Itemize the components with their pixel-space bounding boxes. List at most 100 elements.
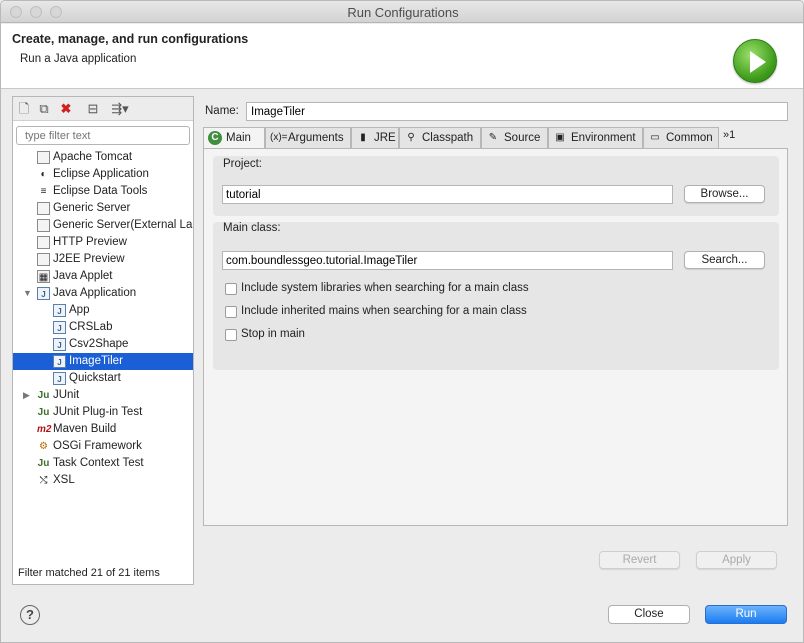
tab-common[interactable]: ▭ Common	[643, 127, 719, 149]
stop-in-main-checkbox[interactable]	[225, 329, 237, 341]
tabs-overflow-indicator[interactable]: »1	[723, 129, 735, 141]
server-icon	[37, 202, 50, 215]
tree-item[interactable]: ⤭ XSL	[13, 472, 193, 489]
tree-item[interactable]: ≡ Eclipse Data Tools	[13, 183, 193, 200]
main-class-field[interactable]	[222, 251, 673, 270]
tab-source[interactable]: ✎ Source	[481, 127, 548, 149]
arguments-tab-icon: (x)=	[270, 132, 288, 143]
tree-item-label: J2EE Preview	[53, 253, 125, 265]
name-label: Name:	[205, 105, 239, 117]
tree-item-label: XSL	[53, 474, 75, 486]
tree-item-label: Apache Tomcat	[53, 151, 133, 163]
stop-in-main-label: Stop in main	[241, 328, 305, 340]
expand-down-icon[interactable]: ▼	[23, 285, 32, 302]
run-button[interactable]: Run	[705, 605, 787, 624]
tree-item[interactable]: Generic Server(External La	[13, 217, 193, 234]
configuration-editor: Name: C Main (x)=Arguments ▮ JRE ⚲ Classpath ✎ S…	[197, 96, 794, 585]
tree-item-label: Eclipse Data Tools	[53, 185, 148, 197]
tree-item-label: Task Context Test	[53, 457, 144, 469]
filter-input[interactable]	[16, 126, 190, 145]
tree-item-label: Java Applet	[53, 270, 113, 282]
configuration-tree: Apache Tomcat ◐ Eclipse Application ≡ Eclips…	[13, 149, 193, 489]
tab-jre[interactable]: ▮ JRE	[351, 127, 399, 149]
tree-item[interactable]: Ju Task Context Test	[13, 455, 193, 472]
tree-item[interactable]: J Csv2Shape	[13, 336, 193, 353]
include-system-libraries-label: Include system libraries when searching …	[241, 282, 529, 294]
server-icon	[37, 236, 50, 249]
dialog-subtitle: Run a Java application	[20, 53, 137, 65]
expand-right-icon[interactable]: ▶	[23, 387, 30, 404]
java-class-icon: J	[37, 287, 50, 300]
tree-item[interactable]: J Quickstart	[13, 370, 193, 387]
include-inherited-mains-label: Include inherited mains when searching f…	[241, 305, 527, 317]
tree-item[interactable]: Apache Tomcat	[13, 149, 193, 166]
tree-item[interactable]: ◐ Eclipse Application	[13, 166, 193, 183]
apply-button[interactable]: Apply	[696, 551, 777, 569]
collapse-all-icon[interactable]: ⊟	[85, 101, 101, 117]
tree-item[interactable]: m2 Maven Build	[13, 421, 193, 438]
project-label: Project:	[223, 158, 262, 170]
applet-icon: ▦	[37, 270, 50, 283]
delete-configuration-icon[interactable]: ✖	[58, 101, 74, 117]
include-inherited-mains-checkbox[interactable]	[225, 306, 237, 318]
tab-label: Classpath	[422, 132, 474, 144]
dialog-title: Create, manage, and run configurations	[12, 32, 249, 46]
help-icon[interactable]: ?	[20, 605, 40, 625]
java-class-icon: J	[53, 321, 66, 334]
tab-label: Source	[504, 132, 541, 144]
tree-item-label: Generic Server	[53, 202, 131, 214]
tree-item[interactable]: J2EE Preview	[13, 251, 193, 268]
server-icon	[37, 253, 50, 266]
java-class-icon: J	[53, 338, 66, 351]
tab-main[interactable]: C Main	[203, 127, 265, 150]
tree-item[interactable]: ⚙ OSGi Framework	[13, 438, 193, 455]
database-icon: ≡	[40, 186, 47, 197]
run-configurations-window: Run Configurations Create, manage, and r…	[0, 0, 804, 643]
tree-item[interactable]: ▼ J Java Application	[13, 285, 193, 302]
environment-tab-icon: ▣	[555, 132, 565, 143]
tree-item[interactable]: ▦ Java Applet	[13, 268, 193, 285]
tree-item[interactable]: HTTP Preview	[13, 234, 193, 251]
common-tab-icon: ▭	[650, 132, 660, 143]
name-field[interactable]	[246, 102, 788, 121]
tree-item[interactable]: Ju JUnit Plug-in Test	[13, 404, 193, 421]
tab-label: JRE	[374, 132, 396, 144]
tree-item-label: CRSLab	[69, 321, 113, 333]
filter-menu-icon[interactable]: ⇶▾	[107, 101, 133, 117]
tab-arguments[interactable]: (x)= Arguments	[265, 127, 351, 149]
tree-item[interactable]: J App	[13, 302, 193, 319]
tree-item-label: JUnit	[53, 389, 80, 401]
dialog-header: Create, manage, and run configurations R…	[1, 24, 803, 89]
duplicate-configuration-icon[interactable]: ⧉	[36, 101, 52, 117]
tab-label: Arguments	[288, 132, 344, 144]
tree-item[interactable]: J ImageTiler	[13, 353, 193, 370]
source-tab-icon: ✎	[488, 132, 498, 143]
maven-icon: m2	[37, 424, 52, 435]
close-button[interactable]: Close	[608, 605, 690, 624]
main-tab-content: Project: Browse... Main class: Search...…	[203, 148, 788, 526]
tree-item[interactable]: J CRSLab	[13, 319, 193, 336]
tab-label: Common	[666, 132, 713, 144]
main-tab-icon: C	[208, 131, 222, 145]
tab-classpath[interactable]: ⚲ Classpath	[399, 127, 481, 149]
tree-item[interactable]: ▶ Ju JUnit	[13, 387, 193, 404]
tree-item[interactable]: Generic Server	[13, 200, 193, 217]
jre-tab-icon: ▮	[360, 132, 366, 143]
editor-tabs: C Main (x)= Arguments ▮ JRE ⚲ Classpath ✎ Source ▣…	[203, 127, 788, 150]
new-configuration-icon[interactable]: 🗋	[16, 101, 32, 117]
include-system-libraries-checkbox[interactable]	[225, 283, 237, 295]
xsl-icon: ⤭	[39, 475, 48, 486]
junit-icon: Ju	[37, 407, 50, 418]
tree-item-label: Csv2Shape	[69, 338, 129, 350]
osgi-icon: ⚙	[39, 441, 48, 452]
browse-button[interactable]: Browse...	[684, 185, 765, 203]
main-class-group: Main class: Search... Include system lib…	[213, 222, 779, 370]
revert-button[interactable]: Revert	[599, 551, 680, 569]
search-button[interactable]: Search...	[684, 251, 765, 269]
project-field[interactable]	[222, 185, 673, 204]
tree-item-label: Quickstart	[69, 372, 121, 384]
tree-item-label: Java Application	[53, 287, 137, 299]
tree-item-label: Maven Build	[53, 423, 117, 435]
tab-environment[interactable]: ▣ Environment	[548, 127, 643, 149]
tab-label: Environment	[571, 132, 636, 144]
